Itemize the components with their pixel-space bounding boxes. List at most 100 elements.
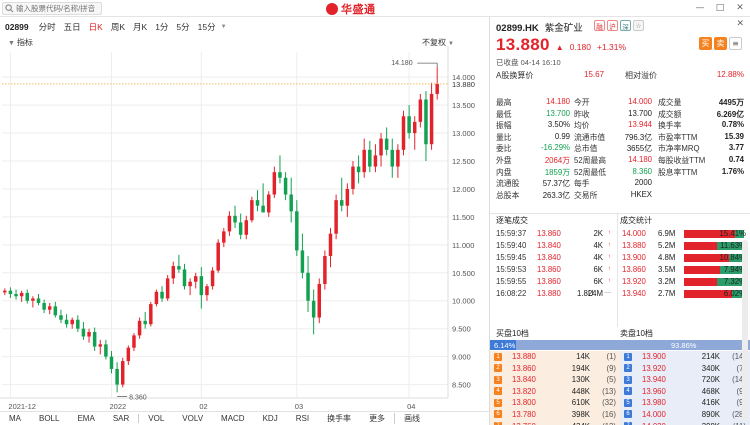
candle-body: [429, 93, 434, 145]
tab-monthly-k[interactable]: 月K: [129, 21, 151, 33]
tab-15min[interactable]: 15分: [194, 21, 220, 33]
trade-buttons: 买 卖 ≡: [699, 37, 742, 50]
quote-label: 流通市值: [574, 132, 606, 142]
level-badge: 3: [494, 375, 502, 384]
x-tick-label: 02: [199, 402, 207, 411]
candle-body: [261, 205, 265, 213]
ask-book: 113.900214K(14)213.920340K(7)313.940720K…: [620, 351, 750, 425]
candle-body: [412, 121, 417, 134]
close-icon[interactable]: ✕: [734, 2, 746, 14]
a-share-value: 15.67: [584, 70, 605, 79]
indicator-bar: MA BOLL EMA SAR VOL VOLV MACD KDJ RSI 换手…: [0, 411, 489, 425]
trade-price: 13.860: [537, 229, 561, 238]
level-badge: 3: [624, 375, 632, 384]
tab-intraday[interactable]: 分时: [35, 21, 60, 33]
quote-value: 3.50%: [547, 120, 570, 130]
maximize-icon[interactable]: □: [714, 2, 726, 14]
y-tick-label: 13.000: [452, 129, 475, 138]
search-input[interactable]: [16, 3, 100, 14]
trade-volume: 4K: [593, 241, 603, 250]
stats-title[interactable]: 成交统计: [620, 215, 652, 227]
candle-body: [193, 276, 198, 282]
level-size: 448K: [571, 386, 590, 396]
candle-body: [435, 83, 439, 94]
sell-button[interactable]: 卖: [714, 37, 727, 50]
quote-table: 最高 14.180 今开 14.000 成交量 4495万 最低 13.700 昨收 13.700…: [490, 96, 750, 200]
level-badge: 2: [624, 364, 632, 373]
candle-body: [250, 200, 254, 221]
tab-5min[interactable]: 5分: [172, 21, 193, 33]
panel-close-icon[interactable]: ✕: [736, 19, 744, 29]
indicator-boll[interactable]: BOLL: [30, 414, 68, 423]
level-size: 720K: [701, 375, 720, 385]
candle-body: [368, 149, 372, 167]
tab-five-day[interactable]: 五日: [60, 21, 85, 33]
indicator-ma[interactable]: MA: [0, 414, 30, 423]
stat-row: 13.920 3.2M 7.32%: [618, 276, 750, 288]
quote-label: 换手率: [658, 121, 682, 131]
candlestick-chart[interactable]: 8.500 9.000 9.500 10.000 10.500 11.000 11.500 1…: [0, 46, 489, 411]
bid-book-title[interactable]: 买盘10档: [496, 328, 529, 340]
favorite-star-icon[interactable]: ☆: [633, 20, 644, 31]
indicator-vol[interactable]: VOL: [138, 414, 173, 423]
trades-title[interactable]: 逐笔成交: [496, 215, 528, 227]
draw-line-button[interactable]: 画线: [394, 413, 429, 424]
ask-level: 413.960468K(9): [620, 385, 750, 398]
panel-scrollbar[interactable]: [742, 240, 748, 420]
stat-price: 13.940: [622, 289, 646, 298]
indicator-more[interactable]: 更多: [360, 413, 394, 424]
logo-text: 华盛通: [341, 3, 376, 16]
candle-body: [115, 368, 119, 385]
stat-price: 13.880: [622, 241, 646, 250]
x-tick-label: 04: [407, 402, 415, 411]
candle-body: [379, 138, 383, 156]
level-price: 14.000: [642, 409, 666, 419]
search-box[interactable]: [2, 2, 102, 15]
indicator-rsi[interactable]: RSI: [287, 414, 318, 423]
quote-label: 交易所: [574, 190, 598, 200]
candle-body: [109, 356, 114, 369]
buy-button[interactable]: 买: [699, 37, 712, 50]
stock-code: 02899.HK: [496, 23, 539, 34]
stat-volume: 3.2M: [658, 277, 676, 286]
quote-value: -16.29%: [540, 143, 570, 153]
level-price: 13.820: [512, 386, 536, 396]
tab-daily-k[interactable]: 日K: [85, 21, 107, 33]
indicator-volv[interactable]: VOLV: [173, 414, 212, 423]
level-count: (12): [602, 422, 616, 425]
stat-price: 13.860: [622, 265, 646, 274]
indicator-sar[interactable]: SAR: [104, 414, 138, 423]
minimize-icon[interactable]: —: [694, 2, 706, 14]
period-dropdown-icon[interactable]: ▼: [221, 24, 227, 30]
trade-price: 13.840: [537, 241, 561, 250]
indicator-ema[interactable]: EMA: [68, 414, 103, 423]
candle-body: [396, 149, 400, 167]
level-price: 13.840: [512, 375, 536, 385]
indicator-macd[interactable]: MACD: [212, 414, 254, 423]
ask-book-title[interactable]: 卖盘10档: [620, 328, 653, 340]
level-badge: 4: [494, 387, 502, 396]
quote-value: 3.77: [728, 143, 744, 153]
tab-1min[interactable]: 1分: [151, 21, 172, 33]
quote-label: 每手: [574, 179, 590, 189]
y-tick-label: 9.500: [452, 325, 471, 334]
level-badge: 2: [494, 364, 502, 373]
price-row: 13.880 ▲ 0.180 +1.31%: [496, 35, 626, 55]
quote-label: 今开: [574, 98, 590, 107]
up-arrow-icon: ↑: [607, 253, 611, 260]
candle-body: [205, 286, 209, 296]
candle-body: [70, 319, 74, 325]
ask-level: 513.980416K(9): [620, 397, 750, 409]
tab-weekly-k[interactable]: 周K: [107, 21, 129, 33]
quote-value: 0.78%: [721, 120, 744, 130]
quote-panel: 02899.HK 紫金矿业 融 沪 深 ☆ ✕ 13.880 ▲ 0.180 +1…: [489, 17, 750, 425]
indicator-turnover[interactable]: 换手率: [318, 413, 360, 424]
menu-icon[interactable]: ≡: [729, 37, 742, 50]
quote-value: 2064万: [544, 155, 570, 165]
candle-body: [154, 291, 159, 305]
trade-row: 15:59:45 13.840 4K ↑: [490, 252, 617, 264]
trade-volume: 6K: [593, 265, 603, 274]
quote-value: 263.3亿: [542, 190, 570, 200]
candle-body: [233, 215, 237, 223]
indicator-kdj[interactable]: KDJ: [254, 414, 287, 423]
